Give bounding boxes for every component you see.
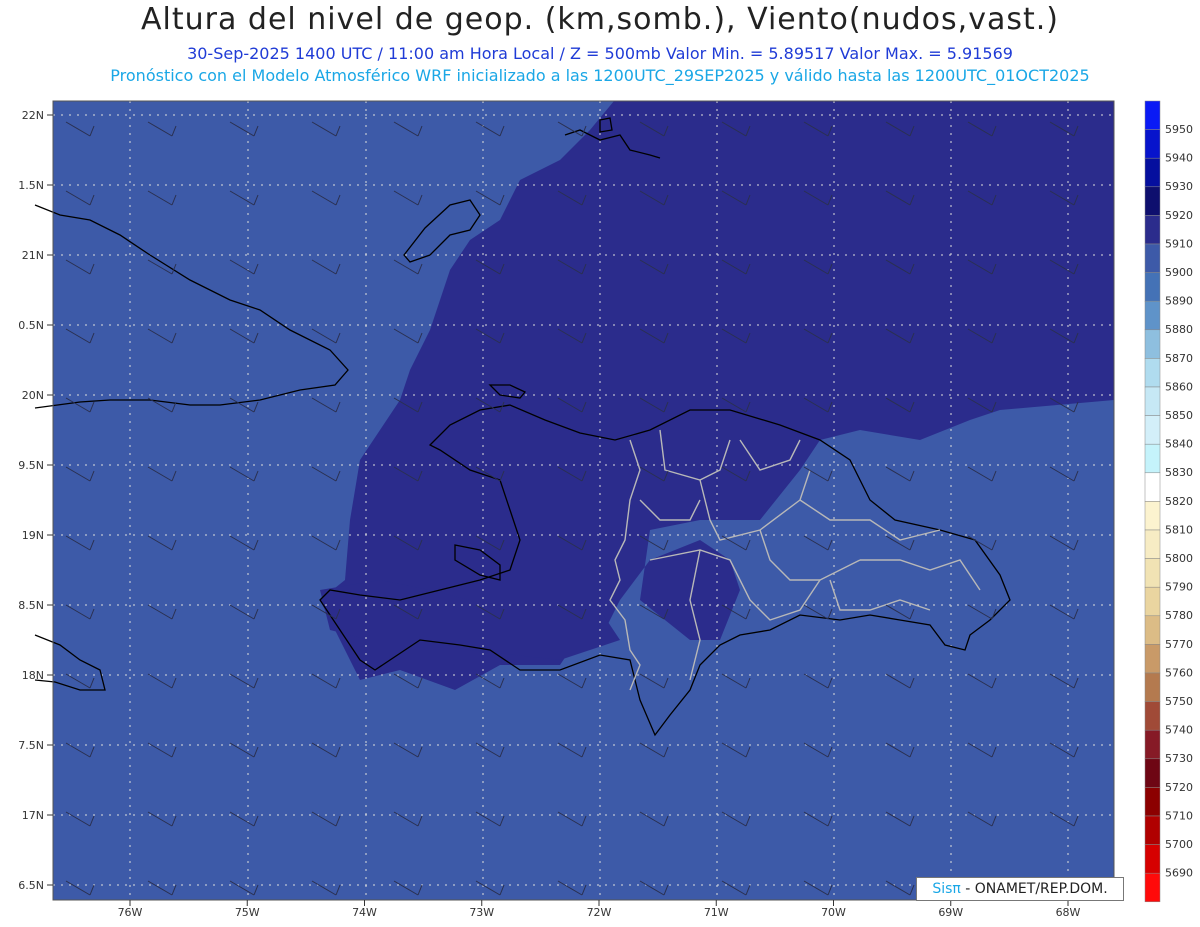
legend-label: 5860 [1165,380,1193,393]
legend-label: 5870 [1165,352,1193,365]
lon-label: 73W [469,906,494,919]
legend-label: 5750 [1165,695,1193,708]
lon-label: 68W [1056,906,1081,919]
lat-label: 22N [22,109,44,122]
legend-swatch [1144,701,1161,731]
legend-swatch [1144,815,1161,845]
legend-label: 5930 [1165,180,1193,193]
lon-label: 76W [118,906,143,919]
lat-label: 6.5N [18,879,44,892]
legend-swatch [1144,644,1161,674]
legend-label: 5800 [1165,552,1193,565]
legend-swatch [1144,358,1161,388]
legend-label: 5920 [1165,209,1193,222]
geopotential-map: 22N 1.5N 21N 0.5N 20N 9.5N 19N 8.5N 18N 7.5N 17N 6.… [18,100,1193,919]
legend-label: 5730 [1165,752,1193,765]
legend-label: 5690 [1165,867,1193,880]
legend-label: 5880 [1165,323,1193,336]
lon-label: 71W [704,906,729,919]
lat-label: 9.5N [18,459,44,472]
legend-swatch [1144,186,1161,216]
credit-box: Sisπ - ONAMET/REP.DOM. [916,877,1124,901]
lon-label: 69W [938,906,963,919]
credit-text: - ONAMET/REP.DOM. [965,881,1108,897]
legend-swatch [1144,386,1161,416]
legend-swatch [1144,729,1161,760]
lat-label: 7.5N [18,739,44,752]
lat-label: 20N [22,389,44,402]
legend-label: 5810 [1165,523,1193,536]
legend-label: 5770 [1165,638,1193,651]
legend-swatch [1144,558,1161,588]
legend-swatch [1144,586,1161,617]
legend-label: 5830 [1165,466,1193,479]
legend-swatch [1144,243,1161,273]
legend-label: 5950 [1165,123,1193,136]
lat-label: 1.5N [18,179,44,192]
legend-label: 5790 [1165,581,1193,594]
legend-swatch [1144,758,1161,788]
legend-label: 5900 [1165,266,1193,279]
legend-swatch [1144,529,1161,559]
lon-label: 75W [235,906,260,919]
legend-label: 5890 [1165,295,1193,308]
legend-label: 5720 [1165,781,1193,794]
lon-label: 72W [587,906,612,919]
legend-label: 5820 [1165,495,1193,508]
lat-label: 19N [22,529,44,542]
legend-label: 5840 [1165,438,1193,451]
lon-label: 70W [821,906,846,919]
lat-label: 8.5N [18,599,44,612]
color-legend: 5950 5940 5930 5920 5910 5900 5890 5880 5870 5860… [1144,100,1193,903]
legend-swatch [1144,100,1161,130]
legend-swatch [1144,787,1161,817]
lon-label: 74W [352,906,377,919]
legend-swatch [1144,672,1161,702]
legend-swatch [1144,129,1161,159]
legend-label: 5710 [1165,809,1193,822]
legend-swatch [1144,272,1161,302]
legend-swatch [1144,215,1161,245]
credit-brand: Sisπ [932,881,961,897]
longitude-axis: 76W 75W 74W 73W 72W 71W 70W 69W 68W [118,900,1081,919]
legend-swatch [1144,615,1161,645]
legend-label: 5740 [1165,724,1193,737]
latitude-axis: 22N 1.5N 21N 0.5N 20N 9.5N 19N 8.5N 18N 7.5N 17N 6.… [18,109,53,892]
lat-label: 21N [22,249,44,262]
legend-swatch [1144,872,1161,903]
legend-label: 5760 [1165,666,1193,679]
legend-swatch [1144,844,1161,874]
legend-label: 5940 [1165,152,1193,165]
lat-label: 17N [22,809,44,822]
legend-swatch [1144,472,1161,502]
legend-swatch [1144,501,1161,531]
legend-label: 5780 [1165,609,1193,622]
legend-swatch [1144,157,1161,188]
legend-swatch [1144,300,1161,331]
legend-swatch [1144,415,1161,445]
legend-swatch [1144,443,1161,474]
legend-label: 5700 [1165,838,1193,851]
lat-label: 18N [22,669,44,682]
lat-label: 0.5N [18,319,44,332]
legend-label: 5850 [1165,409,1193,422]
legend-label: 5910 [1165,237,1193,250]
legend-swatch [1144,329,1161,359]
